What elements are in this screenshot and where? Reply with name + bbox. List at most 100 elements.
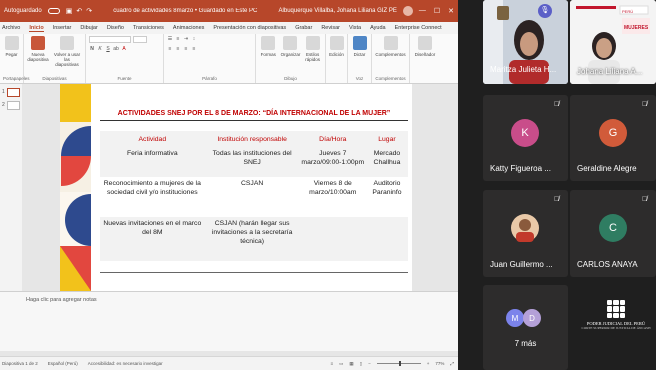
- bottom-divider: [100, 272, 408, 273]
- maximize-icon[interactable]: ☐: [434, 7, 440, 15]
- designer-icon: [418, 36, 432, 50]
- font-size-box[interactable]: [133, 36, 147, 43]
- justify-icon[interactable]: ≡: [191, 46, 197, 53]
- dictate-button[interactable]: Dictar: [351, 36, 368, 57]
- tab-animaciones[interactable]: Animaciones: [173, 25, 205, 31]
- numbering-icon[interactable]: ≡: [175, 36, 181, 43]
- paste-icon: [4, 36, 19, 50]
- group-label-paragraph: Párrafo: [202, 76, 217, 81]
- table-row: Feria informativa Todas las institucione…: [100, 147, 408, 177]
- arrange-button[interactable]: Organizar: [281, 36, 300, 57]
- paste-button[interactable]: Pegar: [3, 36, 20, 57]
- normal-view-icon[interactable]: ▭: [339, 361, 343, 367]
- language-indicator[interactable]: Español (Perú): [48, 361, 78, 366]
- zoom-out-icon[interactable]: −: [368, 361, 371, 366]
- reuse-slides-button[interactable]: Volver a usar las diapositivas: [52, 36, 82, 67]
- notes-toggle-icon[interactable]: ≡: [330, 361, 333, 366]
- tab-dibujar[interactable]: Dibujar: [80, 25, 97, 31]
- table-row: Nuevas invitaciones en el marco del 8M C…: [100, 217, 408, 261]
- tab-ayuda[interactable]: Ayuda: [370, 25, 386, 31]
- new-slide-button[interactable]: Nueva diapositiva: [27, 36, 49, 62]
- accessibility-status[interactable]: Accesibilidad: es necesario investigar: [88, 361, 163, 366]
- edit-button[interactable]: Edición: [329, 36, 344, 57]
- participant-name: Juan Guillermo ...: [490, 260, 553, 269]
- microphone-icon: [352, 36, 367, 50]
- redo-icon[interactable]: ↷: [86, 7, 92, 15]
- quick-styles-button[interactable]: Estilos rápidos: [303, 36, 322, 62]
- table-cell: Feria informativa: [100, 147, 205, 177]
- bullets-icon[interactable]: ☰: [167, 36, 173, 43]
- participant-tile[interactable]: 🎙̸ G Geraldine Alegre: [570, 95, 656, 181]
- tab-inicio[interactable]: Inicio: [29, 25, 44, 32]
- designer-button[interactable]: Diseñador: [413, 36, 437, 57]
- zoom-slider[interactable]: [376, 361, 421, 366]
- tab-archivo[interactable]: Archivo: [2, 25, 20, 31]
- participant-tile[interactable]: PERÚ MUJERES Johana Liliana A...: [570, 0, 656, 84]
- tab-enterprise-connect[interactable]: Enterprise Connect: [395, 25, 442, 31]
- zoom-in-icon[interactable]: +: [427, 361, 430, 366]
- bold-icon[interactable]: N: [89, 46, 95, 53]
- mic-off-icon: 🎙̸: [554, 101, 560, 108]
- tab-grabar[interactable]: Grabar: [295, 25, 312, 31]
- participant-tile[interactable]: 🎙̸ K Katty Figueroa ...: [483, 95, 568, 181]
- underline-icon[interactable]: S: [105, 46, 111, 53]
- undo-icon[interactable]: ↶: [76, 7, 82, 15]
- close-icon[interactable]: ✕: [448, 7, 454, 15]
- autosave-toggle[interactable]: [47, 8, 60, 14]
- search-icon: [329, 36, 344, 50]
- slide-thumbnails: 1 2: [0, 84, 22, 294]
- minimize-icon[interactable]: —: [419, 7, 426, 15]
- avatar: K: [511, 119, 539, 147]
- slide-thumbnail-2[interactable]: [7, 101, 20, 110]
- tab-transiciones[interactable]: Transiciones: [133, 25, 164, 31]
- italic-icon[interactable]: K: [97, 46, 103, 53]
- align-left-icon[interactable]: ≡: [167, 46, 173, 53]
- sorter-view-icon[interactable]: ▦: [349, 361, 353, 367]
- decorative-shapes: [60, 84, 91, 291]
- group-clipboard: Pegar Portapapeles: [0, 34, 30, 83]
- align-right-icon[interactable]: ≡: [183, 46, 189, 53]
- window-controls: — ☐ ✕: [419, 7, 454, 15]
- tab-insertar[interactable]: Insertar: [53, 25, 72, 31]
- tab-revisar[interactable]: Revisar: [321, 25, 340, 31]
- more-participants-tile[interactable]: M D 7 más: [483, 285, 568, 370]
- svg-text:MUJERES: MUJERES: [624, 25, 649, 31]
- fit-slide-icon[interactable]: ⤢: [450, 361, 454, 366]
- table-header-row: Actividad Institución responsable Día/Ho…: [100, 131, 408, 147]
- tab-diseno[interactable]: Diseño: [107, 25, 124, 31]
- quick-access-toolbar: ▣ ↶ ↷: [66, 7, 92, 15]
- group-font: N K S ab A Fuente: [86, 34, 164, 83]
- font-color-icon[interactable]: A: [121, 46, 127, 53]
- notes-pane[interactable]: Haga clic para agregar notas: [0, 291, 458, 351]
- speaking-indicator-icon: 🎙: [538, 4, 552, 18]
- save-icon[interactable]: ▣: [66, 7, 73, 15]
- avatar: D: [523, 309, 541, 327]
- reading-view-icon[interactable]: ▯: [360, 361, 362, 367]
- group-paragraph: ☰ ≡ ⇥ ↕ ≡ ≡ ≡ ≡ Párrafo: [164, 34, 256, 83]
- font-name-box[interactable]: [89, 36, 131, 43]
- slide-thumbnail-1[interactable]: [7, 88, 20, 97]
- line-spacing-icon[interactable]: ↕: [191, 36, 197, 43]
- tab-vista[interactable]: Vista: [349, 25, 361, 31]
- indent-icon[interactable]: ⇥: [183, 36, 189, 43]
- shapes-icon: [261, 36, 276, 50]
- user-name[interactable]: Albuquerque Villalba, Johana Liliana GIZ…: [279, 8, 397, 14]
- addins-button[interactable]: Complementos: [375, 36, 406, 57]
- tab-presentacion[interactable]: Presentación con diapositivas: [213, 25, 286, 31]
- participant-tile[interactable]: 🎙 Maritza Julieta H...: [483, 0, 568, 84]
- participant-tile[interactable]: 🎙̸ Juan Guillermo ...: [483, 190, 568, 277]
- ribbon-tabs: Archivo Inicio Insertar Dibujar Diseño T…: [0, 22, 458, 34]
- table-cell: [299, 217, 366, 261]
- user-avatar[interactable]: [402, 6, 413, 16]
- shapes-button[interactable]: Formas: [259, 36, 278, 57]
- zoom-level[interactable]: 77%: [435, 361, 444, 366]
- slide-canvas[interactable]: ACTIVIDADES SNEJ POR EL 8 DE MARZO: “DÍA…: [60, 84, 412, 291]
- participant-tile[interactable]: 🎙̸ C CARLOS ANAYA: [570, 190, 656, 277]
- document-title: cuadro de actividades 8marzo • Guardado …: [113, 8, 258, 14]
- strikethrough-icon[interactable]: ab: [113, 46, 119, 53]
- align-center-icon[interactable]: ≡: [175, 46, 181, 53]
- court-logo: PODER JUDICIAL DEL PERÚ CORTE SUPERIOR D…: [578, 300, 654, 330]
- avatar: C: [599, 214, 627, 242]
- participant-name: Johana Liliana A...: [577, 67, 643, 76]
- table-cell: Mercado Challhua: [365, 147, 408, 177]
